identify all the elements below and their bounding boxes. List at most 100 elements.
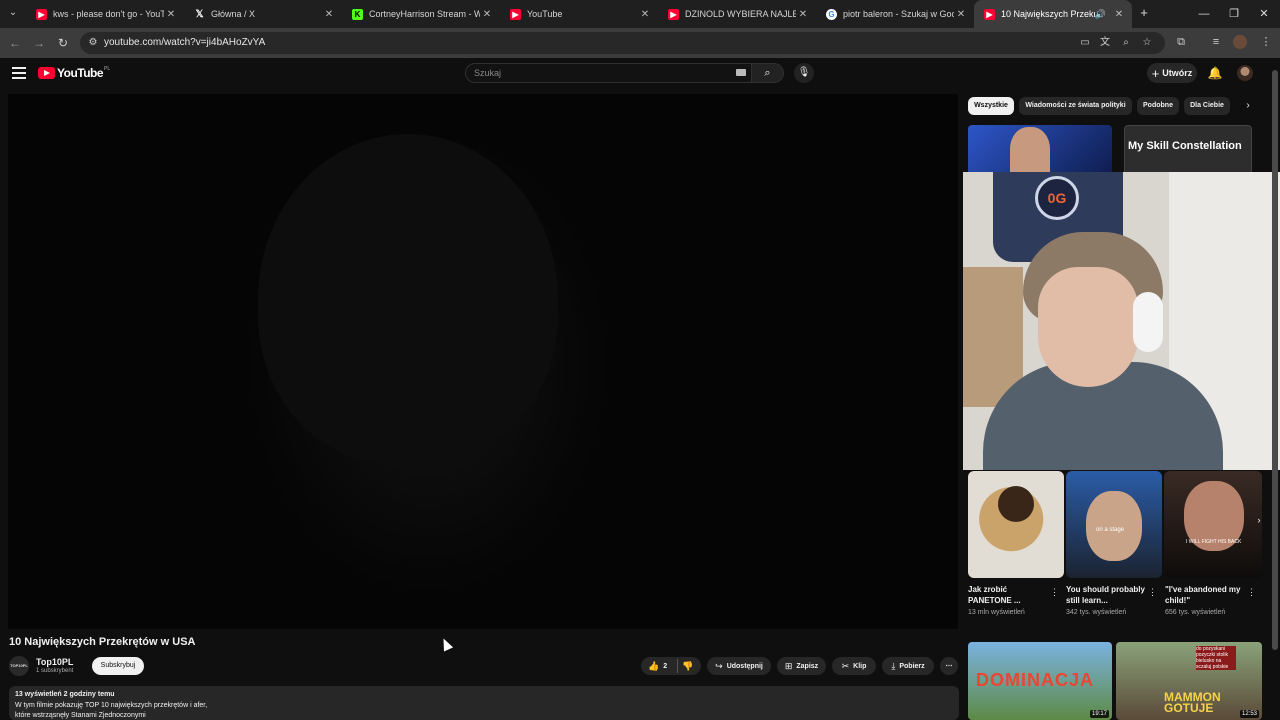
chip-for-you[interactable]: Dla Ciebie [1184, 97, 1230, 115]
short-views: 13 mln wyświetleń [968, 609, 1025, 616]
speaker-icon[interactable]: 🔊 [1095, 9, 1106, 20]
youtube-logo[interactable]: YouTube PL [38, 66, 110, 80]
voice-search-button[interactable]: 🎙 [794, 63, 814, 83]
close-icon[interactable]: ✕ [638, 9, 652, 20]
like-divider [677, 659, 678, 673]
tab-7-active[interactable]: ▶ 10 Największych Przekręt 🔊 ✕ [974, 0, 1132, 28]
video-duration: 12:53 [1239, 710, 1259, 718]
channel-name[interactable]: Top10PL [36, 657, 73, 667]
scissors-icon: ✂ [841, 660, 850, 671]
youtube-header: YouTube PL Szukaj ⌕ 🎙 + Utwórz 🔔 [0, 58, 1280, 90]
short-title[interactable]: You should probably still learn... [1066, 584, 1148, 606]
media-controls-icon[interactable]: ≡ [1208, 34, 1224, 50]
short-title[interactable]: "I've abandoned my child!" [1165, 584, 1247, 606]
browser-profile-avatar[interactable] [1233, 35, 1247, 49]
more-vertical-icon[interactable]: ⋮ [1247, 587, 1256, 598]
minimize-icon[interactable]: — [1188, 0, 1220, 28]
create-button[interactable]: + Utwórz [1147, 63, 1197, 83]
omnibox[interactable]: ⚙ youtube.com/watch?v=ji4bAHoZvYA ▭ 文 ⌕ … [80, 32, 1165, 54]
video-dark-silhouette [258, 134, 558, 464]
tab-4[interactable]: ▶ YouTube ✕ [500, 0, 658, 28]
tab-title: DZINOLD WYBIERA NAJLEPSZE [685, 9, 796, 19]
cast-icon[interactable]: ▭ [1078, 36, 1092, 50]
zoom-icon[interactable]: ⌕ [1119, 36, 1133, 50]
recommended-thumbnail[interactable]: DOMINACJA 19:17 [968, 642, 1112, 720]
video-duration: 19:17 [1089, 710, 1109, 718]
close-icon[interactable]: ✕ [322, 9, 336, 20]
channel-avatar[interactable]: TOP10PL [9, 656, 29, 676]
translate-icon[interactable]: 文 [1098, 36, 1112, 50]
scrollbar-thumb[interactable] [1272, 70, 1278, 650]
description-line: W tym filmie pokazuję TOP 10 największyc… [15, 702, 208, 709]
short-overlay-text: I WILL FIGHT HIS BACK [1186, 539, 1242, 545]
tab-title: piotr baleron - Szukaj w Google [843, 9, 954, 19]
account-avatar[interactable] [1237, 65, 1253, 81]
webcam-overlay: 0G [963, 172, 1280, 470]
view-count-date: 13 wyświetleń 2 godziny temu [15, 691, 115, 698]
video-player[interactable] [8, 94, 958, 629]
search-icon: ⌕ [764, 67, 771, 79]
subscribe-button[interactable]: Subskrybuj [92, 657, 144, 675]
menu-icon[interactable] [12, 67, 26, 79]
tab-5[interactable]: ▶ DZINOLD WYBIERA NAJLEPSZE ✕ [658, 0, 816, 28]
google-icon: G [826, 8, 837, 20]
subscriber-count: 1 subskrybent [36, 668, 74, 674]
short-thumbnail[interactable] [968, 471, 1064, 578]
more-vertical-icon[interactable]: ⋮ [1148, 587, 1157, 598]
short-views: 342 tys. wyświetleń [1066, 609, 1127, 616]
forward-icon[interactable]: → [30, 34, 48, 52]
thumbnail-caption: My Skill Constellation [1128, 140, 1242, 152]
search-input[interactable]: Szukaj [465, 63, 752, 83]
reload-icon[interactable]: ↻ [54, 34, 72, 52]
like-icon[interactable]: 👍 [648, 661, 659, 672]
tab-3[interactable]: K CortneyHarrison Stream - Watch ✕ [342, 0, 500, 28]
short-thumbnail[interactable]: on a stage [1066, 471, 1162, 578]
clip-button[interactable]: ✂ Klip [832, 657, 876, 675]
like-count[interactable]: 2 [663, 663, 667, 670]
recommended-thumbnail[interactable]: My Skill Constellation [1124, 125, 1252, 175]
site-info-icon[interactable]: ⚙ [86, 36, 100, 50]
back-icon[interactable]: ← [6, 34, 24, 52]
tab-2[interactable]: 𝕏 Główna / X ✕ [184, 0, 342, 28]
restore-icon[interactable]: ❐ [1218, 0, 1250, 28]
more-menu-icon[interactable]: ⋮ [1258, 34, 1274, 50]
extensions-icon[interactable]: ⧉ [1173, 34, 1189, 50]
chip-similar[interactable]: Podobne [1137, 97, 1179, 115]
recommended-thumbnail[interactable] [968, 125, 1112, 175]
close-icon[interactable]: ✕ [1112, 9, 1126, 20]
share-button[interactable]: ↪ Udostępnij [707, 657, 771, 675]
description-box[interactable]: 13 wyświetleń 2 godziny temu W tym filmi… [9, 686, 959, 720]
short-thumbnail[interactable]: I WILL FIGHT HIS BACK [1164, 471, 1262, 578]
like-dislike-group: 👍 2 👎 [641, 657, 701, 675]
search-button[interactable]: ⌕ [752, 63, 784, 83]
kick-icon: K [352, 8, 363, 20]
download-button[interactable]: ⤓ Pobierz [882, 657, 934, 675]
chip-all[interactable]: Wszystkie [968, 97, 1014, 115]
recommended-thumbnail[interactable]: do pozyskani pozyczki stolik bielusko na… [1116, 642, 1262, 720]
dislike-icon[interactable]: 👎 [682, 661, 693, 672]
keyboard-icon[interactable] [736, 69, 746, 76]
chevron-right-icon[interactable]: › [1240, 98, 1256, 114]
more-vertical-icon[interactable]: ⋮ [1050, 587, 1059, 598]
close-window-icon[interactable]: ✕ [1248, 0, 1280, 28]
page-scrollbar[interactable] [1272, 60, 1278, 720]
save-button[interactable]: ⊞ Zapisz [777, 657, 826, 675]
tab-1[interactable]: ▶ kws - please don't go - YouTube ✕ [26, 0, 184, 28]
tab-search-icon[interactable]: ⌄ [4, 4, 22, 22]
url-text[interactable]: youtube.com/watch?v=ji4bAHoZvYA [104, 37, 265, 48]
share-icon: ↪ [715, 660, 723, 671]
tab-6[interactable]: G piotr baleron - Szukaj w Google ✕ [816, 0, 974, 28]
bookmark-star-icon[interactable]: ☆ [1140, 36, 1154, 50]
youtube-icon: ▶ [984, 8, 995, 20]
close-icon[interactable]: ✕ [480, 9, 494, 20]
new-tab-icon[interactable]: + [1136, 5, 1152, 21]
notifications-bell-icon[interactable]: 🔔 [1207, 65, 1223, 81]
close-icon[interactable]: ✕ [164, 9, 178, 20]
shirt-logo: 0G [1035, 176, 1079, 220]
close-icon[interactable]: ✕ [954, 9, 968, 20]
short-title[interactable]: Jak zrobić PANETONE ... [968, 584, 1050, 606]
chip-politics[interactable]: Wiadomości ze świata polityki [1019, 97, 1132, 115]
close-icon[interactable]: ✕ [796, 9, 810, 20]
chevron-right-icon[interactable]: › [1251, 512, 1267, 528]
more-actions-button[interactable]: ⋯ [940, 657, 958, 675]
